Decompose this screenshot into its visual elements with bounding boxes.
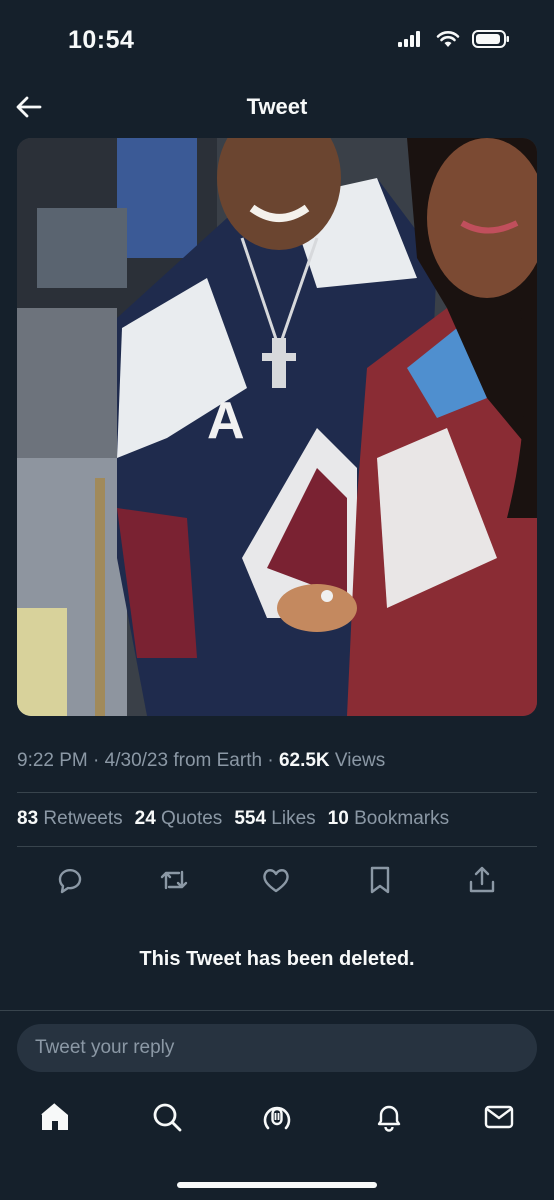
reply-bar [17, 1024, 537, 1072]
stat-count: 554 [234, 808, 267, 829]
search-icon [153, 1103, 182, 1132]
stat-likes[interactable]: 554 Likes [234, 808, 315, 830]
tab-search[interactable] [150, 1100, 184, 1134]
wifi-icon [436, 30, 460, 53]
tweet-time: 9:22 PM [17, 750, 88, 771]
tab-messages[interactable] [482, 1100, 516, 1134]
views-label: Views [334, 750, 386, 771]
retweet-button[interactable] [158, 864, 190, 896]
stat-retweets[interactable]: 83 Retweets [17, 808, 123, 830]
divider [17, 846, 537, 847]
status-time: 10:54 [68, 26, 135, 54]
stat-label: Likes [271, 808, 316, 829]
stat-count: 10 [327, 808, 349, 829]
retweet-icon [160, 870, 188, 890]
status-bar: 10:54 [0, 0, 554, 80]
svg-text:A: A [207, 392, 245, 450]
like-button[interactable] [260, 864, 292, 896]
views-count: 62.5K [278, 750, 330, 771]
stat-quotes[interactable]: 24 Quotes [135, 808, 223, 830]
reply-icon [58, 868, 82, 894]
nav-bar: Tweet [0, 80, 554, 136]
stat-bookmarks[interactable]: 10 Bookmarks [328, 808, 449, 830]
tab-bar [0, 1090, 554, 1150]
tab-home[interactable] [38, 1100, 72, 1134]
home-indicator[interactable] [177, 1182, 377, 1188]
tweet-meta: 9:22 PM · 4/30/23 from Earth · 62.5K Vie… [17, 750, 386, 771]
home-icon [41, 1103, 68, 1130]
tweet-stats: 83 Retweets 24 Quotes 554 Likes 10 Bookm… [17, 808, 449, 830]
reply-input[interactable] [17, 1024, 537, 1072]
notifications-icon [377, 1105, 401, 1132]
tweet-actions [0, 862, 554, 898]
stat-label: Retweets [43, 808, 123, 829]
divider [0, 1010, 554, 1011]
tab-spaces[interactable] [260, 1100, 294, 1134]
bookmark-button[interactable] [364, 864, 396, 896]
bookmark-icon [370, 866, 390, 894]
signal-icon [398, 31, 424, 52]
share-icon [469, 866, 495, 893]
reply-button[interactable] [54, 864, 86, 896]
stat-count: 24 [134, 808, 156, 829]
divider [17, 792, 537, 793]
tweet-date: 4/30/23 [104, 750, 169, 771]
deleted-notice: This Tweet has been deleted. [139, 948, 415, 970]
tab-notifications[interactable] [372, 1100, 406, 1134]
stat-label: Quotes [161, 808, 223, 829]
messages-icon [484, 1105, 514, 1129]
tweet-source: from Earth [173, 750, 263, 771]
spaces-icon [263, 1106, 291, 1130]
page-title: Tweet [246, 94, 308, 119]
stat-label: Bookmarks [354, 808, 450, 829]
share-button[interactable] [466, 864, 498, 896]
tweet-photo[interactable]: A [17, 138, 537, 716]
stat-count: 83 [17, 808, 39, 829]
battery-icon [472, 30, 510, 53]
status-icons [398, 30, 510, 53]
like-icon [263, 869, 289, 893]
